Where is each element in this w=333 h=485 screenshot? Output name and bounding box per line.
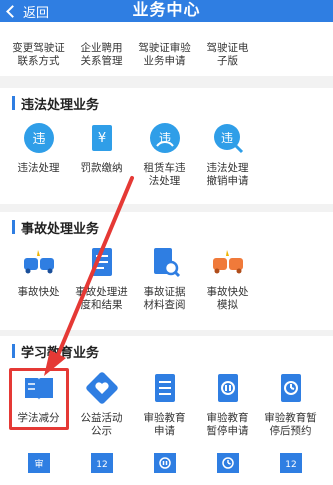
grid-item-label: 罚款缴纳 xyxy=(80,162,123,174)
grid-item-license-review[interactable]: 驾驶证审验 业务申请 xyxy=(134,42,195,68)
svg-text:12: 12 xyxy=(96,460,107,470)
grid-item-accident-simulation[interactable]: 事故快处 模拟 xyxy=(197,242,258,312)
review-education-icon xyxy=(145,368,185,408)
board-12-icon: 12 xyxy=(271,446,311,485)
grid-item-accident-progress[interactable]: 事故处理进 度和结果 xyxy=(71,242,132,312)
grid-item-fine-payment[interactable]: ¥ 罚款缴纳 xyxy=(71,118,132,188)
grid-item-charity[interactable]: 公益活动 公示 xyxy=(71,368,132,438)
grid-item-label: 学法减分 xyxy=(17,412,60,424)
page-title: 业务中心 xyxy=(132,2,201,19)
pause-circle-icon xyxy=(145,446,185,485)
teacher-icon: 审 xyxy=(19,446,59,485)
grid-item-change-contact[interactable]: 变更驾驶证 联系方式 xyxy=(8,42,69,68)
grid-item-label: 驾驶证电 子版 xyxy=(206,42,249,67)
grid-item-accident-evidence[interactable]: 事故证据 材料查阅 xyxy=(134,242,195,312)
header-bar: 返回 业务中心 xyxy=(0,0,333,22)
rental-violation-icon: 违 xyxy=(145,118,185,158)
grid-item-label: 违法处理 撤销申请 xyxy=(206,162,249,187)
review-pause-icon xyxy=(208,368,248,408)
accident-progress-icon xyxy=(82,242,122,282)
grid-item-label: 违法处理 xyxy=(17,162,60,174)
section-title-text: 违法处理业务 xyxy=(21,96,100,112)
grid-item-company-relation[interactable]: 企业聘用 关系管理 xyxy=(71,42,132,68)
top-row-section: 变更驾驶证 联系方式 企业聘用 关系管理 驾驶证审验 业务申请 驾驶证电 子版 xyxy=(0,22,333,76)
grid-item-label: 事故处理进 度和结果 xyxy=(75,286,128,311)
calendar-12-icon: 12 xyxy=(82,446,122,485)
grid-item-label: 事故证据 材料查阅 xyxy=(143,286,186,311)
grid-item-label: 审验教育 申请 xyxy=(143,412,186,437)
svg-text:违: 违 xyxy=(32,132,45,147)
grid-item-teacher[interactable]: 审 xyxy=(8,446,69,485)
svg-text:审: 审 xyxy=(34,458,43,470)
violation-cancel-icon: 违 xyxy=(208,118,248,158)
section-title-learning: 学习教育业务 xyxy=(0,336,333,366)
learning-section: 学习教育业务 学法减分 公益活动 公示 审验教育 申请 审验教育 暂停申请 审验… xyxy=(0,336,333,485)
grid-item-label: 公益活动 公示 xyxy=(80,412,123,437)
study-book-icon xyxy=(19,368,59,408)
violation-icon: 违 xyxy=(19,118,59,158)
grid-item-calendar[interactable]: 12 xyxy=(71,446,132,485)
accidents-section: 事故处理业务 事故快处 事故处理进 度和结果 事故证据 材料查阅 事故快处 模拟 xyxy=(0,212,333,330)
grid-item-label: 企业聘用 关系管理 xyxy=(80,42,123,67)
violations-section: 违法处理业务 违 违法处理 ¥ 罚款缴纳 违 租赁车违 法处理 违 违法处理 撤… xyxy=(0,88,333,204)
section-title-text: 学习教育业务 xyxy=(21,344,100,360)
section-accent-bar xyxy=(12,344,15,358)
grid-item-study-points[interactable]: 学法减分 xyxy=(8,368,69,438)
grid-item-label: 审验教育 暂停申请 xyxy=(206,412,249,437)
grid-item-violation-cancel[interactable]: 违 违法处理 撤销申请 xyxy=(197,118,258,188)
grid-item-clock[interactable] xyxy=(197,446,258,485)
grid-item-label: 审验教育暂 停后预约 xyxy=(264,412,317,437)
grid-item-label: 租赁车违 法处理 xyxy=(143,162,186,187)
section-accent-bar xyxy=(12,220,15,234)
section-title-text: 事故处理业务 xyxy=(21,220,100,236)
grid-item-board[interactable]: 12 xyxy=(260,446,321,485)
grid-item-review-pause[interactable]: 审验教育 暂停申请 xyxy=(197,368,258,438)
grid-item-label: 驾驶证审验 业务申请 xyxy=(138,42,191,67)
grid-item-review-appointment[interactable]: 审验教育暂 停后预约 xyxy=(260,368,321,438)
grid-item-rental-violation[interactable]: 违 租赁车违 法处理 xyxy=(134,118,195,188)
grid-item-label: 事故快处 模拟 xyxy=(206,286,249,311)
section-title-accidents: 事故处理业务 xyxy=(0,212,333,242)
grid-item-label: 事故快处 xyxy=(17,286,60,298)
accident-evidence-icon xyxy=(145,242,185,282)
grid-item-review-education[interactable]: 审验教育 申请 xyxy=(134,368,195,438)
svg-text:12: 12 xyxy=(285,460,296,470)
review-appointment-icon xyxy=(271,368,311,408)
grid-item-e-license[interactable]: 驾驶证电 子版 xyxy=(197,42,258,68)
svg-text:违: 违 xyxy=(220,131,232,145)
clock-icon xyxy=(208,446,248,485)
section-accent-bar xyxy=(12,96,15,110)
svg-text:违: 违 xyxy=(158,131,170,145)
accident-simulation-icon xyxy=(208,242,248,282)
grid-item-violation-handle[interactable]: 违 违法处理 xyxy=(8,118,69,188)
section-title-violations: 违法处理业务 xyxy=(0,88,333,118)
grid-item-pause[interactable] xyxy=(134,446,195,485)
charity-icon xyxy=(82,368,122,408)
grid-item-accident-quick[interactable]: 事故快处 xyxy=(8,242,69,312)
accident-quick-icon xyxy=(19,242,59,282)
svg-text:¥: ¥ xyxy=(97,131,105,146)
grid-item-label: 变更驾驶证 联系方式 xyxy=(12,42,65,67)
fine-payment-icon: ¥ xyxy=(82,118,122,158)
